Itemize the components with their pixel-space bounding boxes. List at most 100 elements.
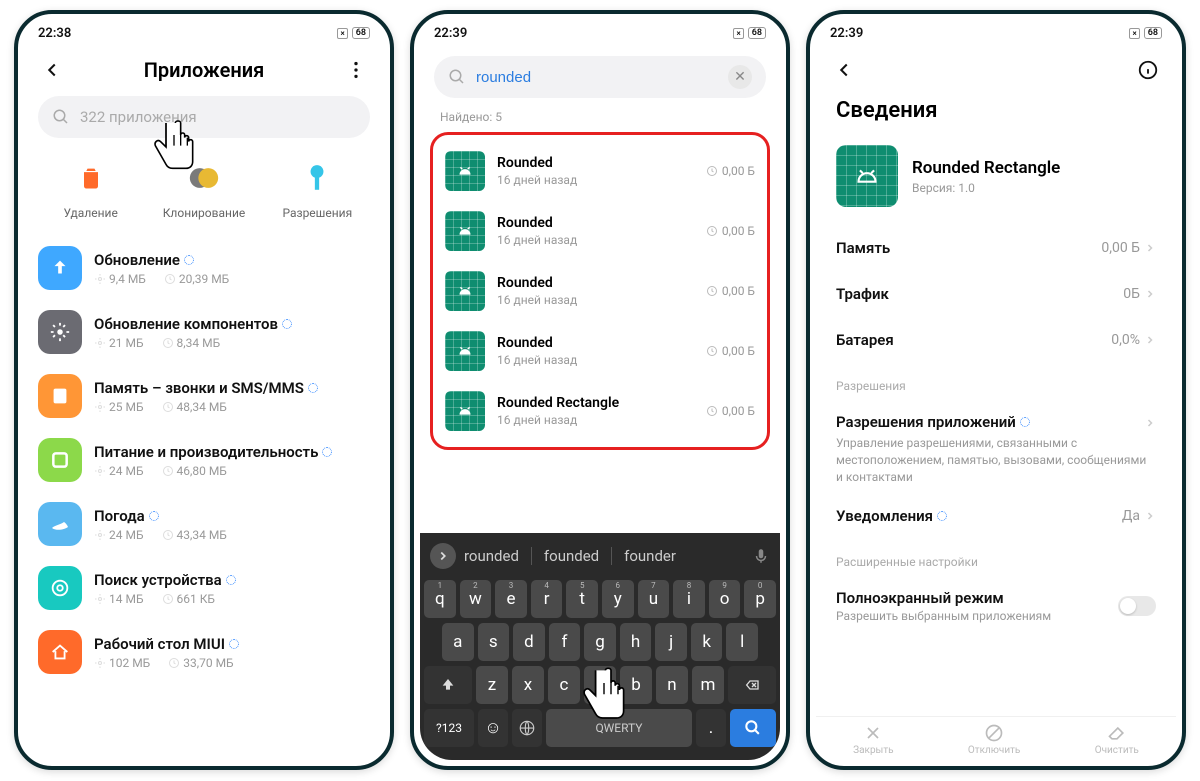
key-d[interactable]: d: [513, 623, 545, 661]
result-row[interactable]: Rounded 16 дней назад 0,00 Б: [441, 321, 759, 381]
key-emoji[interactable]: ☺: [478, 709, 508, 747]
app-row[interactable]: Погода 24 МБ 43,34 МБ: [38, 492, 370, 556]
keyboard-suggestions: rounded founded founder: [424, 537, 776, 575]
info-button[interactable]: [1134, 56, 1162, 84]
chevron-right-icon: [1144, 510, 1156, 522]
action-clear[interactable]: Очистить: [1095, 723, 1139, 756]
back-button[interactable]: [830, 56, 858, 84]
app-name: Обновление компонентов: [94, 315, 370, 333]
chevron-right-icon[interactable]: [430, 543, 456, 569]
key-w[interactable]: 2w: [460, 580, 492, 618]
action-clone[interactable]: Клонирование: [159, 156, 249, 220]
suggestion[interactable]: founded: [544, 547, 599, 565]
key-backspace[interactable]: [728, 666, 776, 704]
app-row[interactable]: Обновление 9,4 МБ 20,39 МБ: [38, 236, 370, 300]
result-age: 16 дней назад: [497, 293, 694, 307]
result-row[interactable]: Rounded 16 дней назад 0,00 Б: [441, 261, 759, 321]
key-i[interactable]: 8i: [673, 580, 705, 618]
status-time: 22:39: [830, 26, 863, 41]
result-name: Rounded: [497, 275, 694, 291]
search-box[interactable]: ✕: [434, 56, 766, 98]
key-v[interactable]: v: [584, 666, 616, 704]
result-row[interactable]: Rounded Rectangle 16 дней назад 0,00 Б: [441, 381, 759, 441]
app-icon: [836, 145, 898, 207]
result-name: Rounded: [497, 155, 694, 171]
action-close[interactable]: Закрыть: [853, 723, 893, 756]
fullscreen-toggle[interactable]: [1118, 596, 1156, 616]
key-x[interactable]: x: [512, 666, 544, 704]
keyboard[interactable]: rounded founded founder 1q2w3e4r5t6y7u8i…: [420, 533, 780, 760]
clear-search-button[interactable]: ✕: [728, 65, 752, 89]
app-row[interactable]: Рабочий стол MIUI 102 МБ 33,70 МБ: [38, 620, 370, 684]
key-e[interactable]: 3e: [495, 580, 527, 618]
row-app-permissions[interactable]: Разрешения приложений: [816, 399, 1176, 435]
key-s[interactable]: s: [478, 623, 510, 661]
result-size: 0,00 Б: [706, 344, 755, 358]
android-icon: [445, 331, 485, 371]
page-title: Приложения: [66, 58, 342, 82]
search-box[interactable]: 322 приложения: [38, 96, 370, 138]
header: [816, 46, 1176, 90]
key-b[interactable]: b: [620, 666, 652, 704]
status-time: 22:39: [434, 26, 467, 41]
android-icon: [445, 271, 485, 311]
result-name: Rounded: [497, 215, 694, 231]
key-y[interactable]: 6y: [602, 580, 634, 618]
app-name: Память – звонки и SMS/MMS: [94, 379, 370, 397]
action-delete[interactable]: Удаление: [46, 156, 136, 220]
key-z[interactable]: z: [476, 666, 508, 704]
app-row[interactable]: Питание и производительность 24 МБ 46,80…: [38, 428, 370, 492]
status-bar: 22:39 × 68: [816, 20, 1176, 46]
key-g[interactable]: g: [584, 623, 616, 661]
suggestion[interactable]: rounded: [464, 547, 519, 565]
app-row[interactable]: Поиск устройства 14 МБ 661 КБ: [38, 556, 370, 620]
row-battery[interactable]: Батарея 0,0%: [816, 317, 1176, 363]
mic-icon[interactable]: [752, 547, 770, 565]
row-traffic[interactable]: Трафик 0Б: [816, 271, 1176, 317]
action-permissions[interactable]: Разрешения: [272, 156, 362, 220]
key-n[interactable]: n: [656, 666, 688, 704]
app-data: 46,80 МБ: [162, 464, 227, 478]
action-disable[interactable]: Отключить: [968, 723, 1021, 756]
suggestion[interactable]: founder: [624, 547, 676, 565]
app-row[interactable]: Память – звонки и SMS/MMS 25 МБ 48,34 МБ: [38, 364, 370, 428]
key-u[interactable]: 7u: [638, 580, 670, 618]
key-m[interactable]: m: [692, 666, 724, 704]
key-p[interactable]: 0p: [744, 580, 776, 618]
row-notifications[interactable]: Уведомления Да: [816, 493, 1176, 539]
key-space[interactable]: QWERTY: [546, 709, 692, 747]
key-shift[interactable]: [424, 666, 472, 704]
more-button[interactable]: [342, 56, 370, 84]
key-a[interactable]: a: [442, 623, 474, 661]
row-fullscreen[interactable]: Полноэкранный режим Разрешить выбранным …: [816, 575, 1176, 625]
result-name: Rounded Rectangle: [497, 395, 694, 411]
key-r[interactable]: 4r: [531, 580, 563, 618]
key-search[interactable]: [730, 709, 776, 747]
row-memory[interactable]: Память 0,00 Б: [816, 225, 1176, 271]
app-row[interactable]: Обновление компонентов 21 МБ 8,34 МБ: [38, 300, 370, 364]
result-age: 16 дней назад: [497, 233, 694, 247]
disable-icon: [984, 723, 1004, 743]
key-j[interactable]: j: [655, 623, 687, 661]
key-o[interactable]: 9o: [709, 580, 741, 618]
key-l[interactable]: l: [726, 623, 758, 661]
key-lang[interactable]: [512, 709, 542, 747]
key-symbols[interactable]: ?123: [424, 709, 474, 747]
key-f[interactable]: f: [549, 623, 581, 661]
app-storage: 25 МБ: [94, 400, 144, 414]
key-c[interactable]: c: [548, 666, 580, 704]
key-k[interactable]: k: [691, 623, 723, 661]
app-list[interactable]: Обновление 9,4 МБ 20,39 МБ Обновление ко…: [24, 236, 384, 760]
key-t[interactable]: 5t: [566, 580, 598, 618]
app-data: 661 КБ: [162, 592, 215, 606]
key-period[interactable]: .: [696, 709, 726, 747]
result-row[interactable]: Rounded 16 дней назад 0,00 Б: [441, 141, 759, 201]
app-storage: 102 МБ: [94, 656, 150, 670]
result-row[interactable]: Rounded 16 дней назад 0,00 Б: [441, 201, 759, 261]
key-q[interactable]: 1q: [424, 580, 456, 618]
key-h[interactable]: h: [620, 623, 652, 661]
result-size: 0,00 Б: [706, 404, 755, 418]
app-storage: 14 МБ: [94, 592, 144, 606]
back-button[interactable]: [38, 56, 66, 84]
search-input[interactable]: [476, 69, 718, 86]
